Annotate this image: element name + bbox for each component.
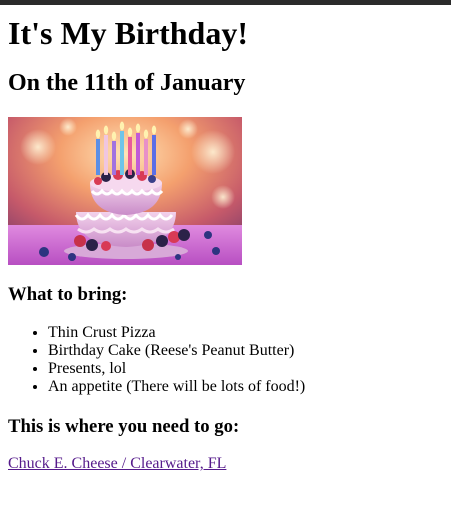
list-item: Thin Crust Pizza [48, 324, 443, 342]
list-item: Birthday Cake (Reese's Peanut Butter) [48, 342, 443, 360]
location-paragraph: Chuck E. Cheese / Clearwater, FL [8, 455, 443, 473]
list-item: An appetite (There will be lots of food!… [48, 378, 443, 396]
list-item: Presents, lol [48, 360, 443, 378]
bring-heading: What to bring: [8, 284, 128, 305]
bring-list: Thin Crust Pizza Birthday Cake (Reese's … [8, 324, 443, 396]
date-subtitle: On the 11th of January [8, 70, 246, 96]
location-heading: This is where you need to go: [8, 416, 240, 437]
page-title: It's My Birthday! [8, 15, 248, 51]
location-link[interactable]: Chuck E. Cheese / Clearwater, FL [8, 455, 226, 472]
page-content: It's My Birthday! On the 11th of January [8, 5, 443, 473]
birthday-cake-image [8, 117, 242, 265]
